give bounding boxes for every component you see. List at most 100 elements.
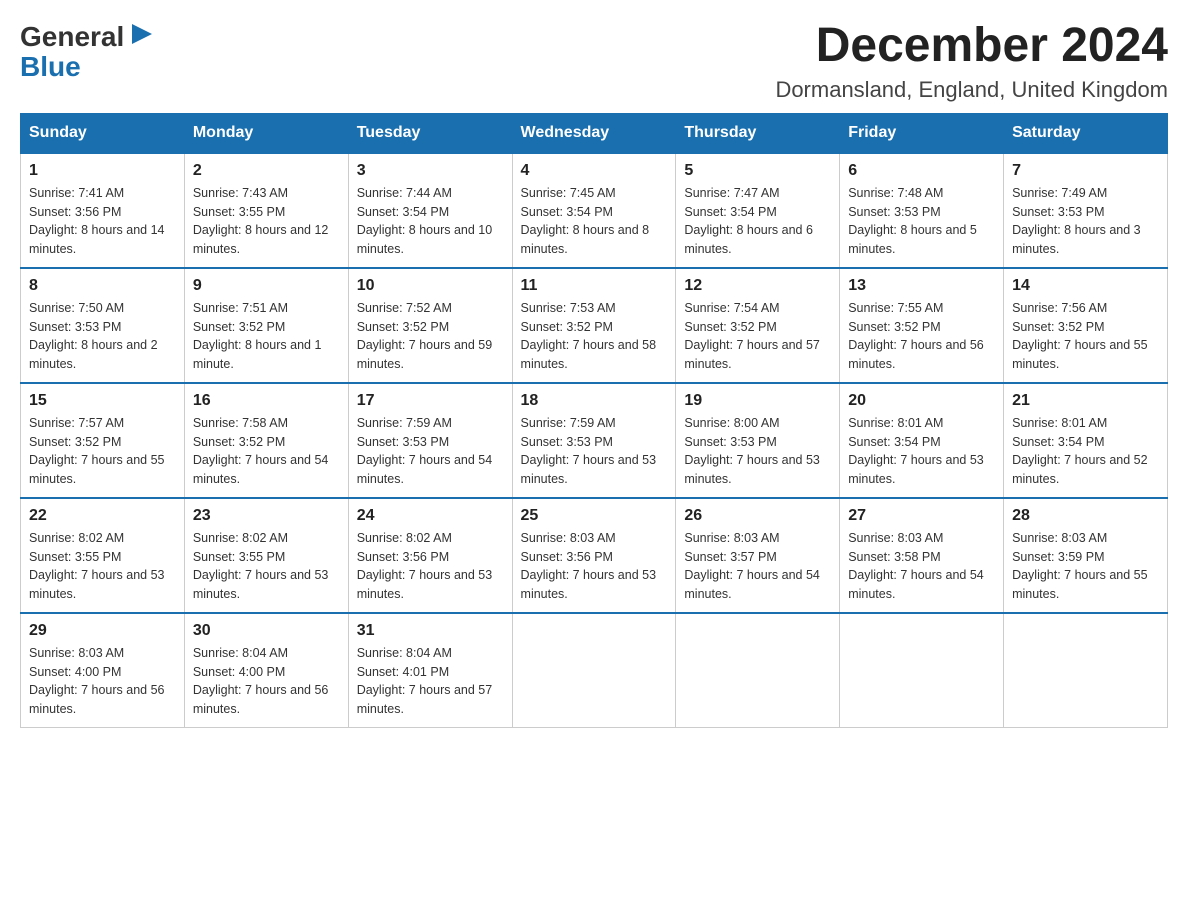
day-info: Sunrise: 8:04 AM Sunset: 4:00 PM Dayligh… bbox=[193, 644, 340, 719]
calendar-day-cell: 10 Sunrise: 7:52 AM Sunset: 3:52 PM Dayl… bbox=[348, 268, 512, 383]
day-number: 24 bbox=[357, 507, 504, 525]
header-friday: Friday bbox=[840, 113, 1004, 153]
calendar-day-cell bbox=[676, 613, 840, 728]
calendar-day-cell: 4 Sunrise: 7:45 AM Sunset: 3:54 PM Dayli… bbox=[512, 153, 676, 268]
day-info: Sunrise: 7:44 AM Sunset: 3:54 PM Dayligh… bbox=[357, 184, 504, 259]
calendar-table: Sunday Monday Tuesday Wednesday Thursday… bbox=[20, 113, 1168, 728]
day-number: 5 bbox=[684, 162, 831, 180]
day-number: 10 bbox=[357, 277, 504, 295]
logo: General Blue bbox=[20, 20, 156, 81]
day-info: Sunrise: 8:02 AM Sunset: 3:55 PM Dayligh… bbox=[29, 529, 176, 604]
day-number: 11 bbox=[521, 277, 668, 295]
day-info: Sunrise: 8:03 AM Sunset: 3:57 PM Dayligh… bbox=[684, 529, 831, 604]
day-info: Sunrise: 7:54 AM Sunset: 3:52 PM Dayligh… bbox=[684, 299, 831, 374]
calendar-day-cell: 5 Sunrise: 7:47 AM Sunset: 3:54 PM Dayli… bbox=[676, 153, 840, 268]
day-info: Sunrise: 7:57 AM Sunset: 3:52 PM Dayligh… bbox=[29, 414, 176, 489]
calendar-day-cell: 11 Sunrise: 7:53 AM Sunset: 3:52 PM Dayl… bbox=[512, 268, 676, 383]
day-info: Sunrise: 8:03 AM Sunset: 3:58 PM Dayligh… bbox=[848, 529, 995, 604]
day-number: 28 bbox=[1012, 507, 1159, 525]
calendar-day-cell: 31 Sunrise: 8:04 AM Sunset: 4:01 PM Dayl… bbox=[348, 613, 512, 728]
day-number: 13 bbox=[848, 277, 995, 295]
header-tuesday: Tuesday bbox=[348, 113, 512, 153]
day-info: Sunrise: 7:56 AM Sunset: 3:52 PM Dayligh… bbox=[1012, 299, 1159, 374]
calendar-day-cell: 16 Sunrise: 7:58 AM Sunset: 3:52 PM Dayl… bbox=[184, 383, 348, 498]
logo-arrow-icon bbox=[128, 20, 156, 48]
day-info: Sunrise: 7:55 AM Sunset: 3:52 PM Dayligh… bbox=[848, 299, 995, 374]
calendar-day-cell: 15 Sunrise: 7:57 AM Sunset: 3:52 PM Dayl… bbox=[21, 383, 185, 498]
calendar-day-cell: 6 Sunrise: 7:48 AM Sunset: 3:53 PM Dayli… bbox=[840, 153, 1004, 268]
day-number: 26 bbox=[684, 507, 831, 525]
day-number: 2 bbox=[193, 162, 340, 180]
day-info: Sunrise: 7:59 AM Sunset: 3:53 PM Dayligh… bbox=[357, 414, 504, 489]
calendar-day-cell bbox=[1004, 613, 1168, 728]
calendar-day-cell: 24 Sunrise: 8:02 AM Sunset: 3:56 PM Dayl… bbox=[348, 498, 512, 613]
calendar-week-row: 22 Sunrise: 8:02 AM Sunset: 3:55 PM Dayl… bbox=[21, 498, 1168, 613]
location-subtitle: Dormansland, England, United Kingdom bbox=[775, 77, 1168, 103]
calendar-day-cell bbox=[840, 613, 1004, 728]
header-saturday: Saturday bbox=[1004, 113, 1168, 153]
calendar-day-cell: 13 Sunrise: 7:55 AM Sunset: 3:52 PM Dayl… bbox=[840, 268, 1004, 383]
calendar-day-cell: 12 Sunrise: 7:54 AM Sunset: 3:52 PM Dayl… bbox=[676, 268, 840, 383]
day-number: 8 bbox=[29, 277, 176, 295]
calendar-day-cell: 19 Sunrise: 8:00 AM Sunset: 3:53 PM Dayl… bbox=[676, 383, 840, 498]
day-number: 19 bbox=[684, 392, 831, 410]
calendar-day-cell: 14 Sunrise: 7:56 AM Sunset: 3:52 PM Dayl… bbox=[1004, 268, 1168, 383]
calendar-day-cell: 18 Sunrise: 7:59 AM Sunset: 3:53 PM Dayl… bbox=[512, 383, 676, 498]
day-number: 31 bbox=[357, 622, 504, 640]
calendar-day-cell: 7 Sunrise: 7:49 AM Sunset: 3:53 PM Dayli… bbox=[1004, 153, 1168, 268]
calendar-day-cell: 20 Sunrise: 8:01 AM Sunset: 3:54 PM Dayl… bbox=[840, 383, 1004, 498]
header-sunday: Sunday bbox=[21, 113, 185, 153]
calendar-day-cell: 22 Sunrise: 8:02 AM Sunset: 3:55 PM Dayl… bbox=[21, 498, 185, 613]
day-info: Sunrise: 7:47 AM Sunset: 3:54 PM Dayligh… bbox=[684, 184, 831, 259]
day-number: 18 bbox=[521, 392, 668, 410]
day-number: 20 bbox=[848, 392, 995, 410]
day-info: Sunrise: 7:59 AM Sunset: 3:53 PM Dayligh… bbox=[521, 414, 668, 489]
day-info: Sunrise: 7:52 AM Sunset: 3:52 PM Dayligh… bbox=[357, 299, 504, 374]
calendar-day-cell: 29 Sunrise: 8:03 AM Sunset: 4:00 PM Dayl… bbox=[21, 613, 185, 728]
day-info: Sunrise: 8:03 AM Sunset: 4:00 PM Dayligh… bbox=[29, 644, 176, 719]
weekday-header-row: Sunday Monday Tuesday Wednesday Thursday… bbox=[21, 113, 1168, 153]
day-number: 23 bbox=[193, 507, 340, 525]
day-number: 9 bbox=[193, 277, 340, 295]
day-number: 14 bbox=[1012, 277, 1159, 295]
calendar-week-row: 8 Sunrise: 7:50 AM Sunset: 3:53 PM Dayli… bbox=[21, 268, 1168, 383]
title-section: December 2024 Dormansland, England, Unit… bbox=[775, 20, 1168, 103]
day-number: 1 bbox=[29, 162, 176, 180]
day-info: Sunrise: 8:03 AM Sunset: 3:56 PM Dayligh… bbox=[521, 529, 668, 604]
day-number: 15 bbox=[29, 392, 176, 410]
calendar-day-cell: 25 Sunrise: 8:03 AM Sunset: 3:56 PM Dayl… bbox=[512, 498, 676, 613]
calendar-day-cell: 1 Sunrise: 7:41 AM Sunset: 3:56 PM Dayli… bbox=[21, 153, 185, 268]
day-info: Sunrise: 8:01 AM Sunset: 3:54 PM Dayligh… bbox=[848, 414, 995, 489]
header-monday: Monday bbox=[184, 113, 348, 153]
day-number: 16 bbox=[193, 392, 340, 410]
day-number: 6 bbox=[848, 162, 995, 180]
day-info: Sunrise: 7:43 AM Sunset: 3:55 PM Dayligh… bbox=[193, 184, 340, 259]
header-thursday: Thursday bbox=[676, 113, 840, 153]
day-info: Sunrise: 7:50 AM Sunset: 3:53 PM Dayligh… bbox=[29, 299, 176, 374]
calendar-header: Sunday Monday Tuesday Wednesday Thursday… bbox=[21, 113, 1168, 153]
calendar-day-cell: 2 Sunrise: 7:43 AM Sunset: 3:55 PM Dayli… bbox=[184, 153, 348, 268]
month-year-title: December 2024 bbox=[775, 20, 1168, 73]
calendar-body: 1 Sunrise: 7:41 AM Sunset: 3:56 PM Dayli… bbox=[21, 153, 1168, 728]
day-info: Sunrise: 7:58 AM Sunset: 3:52 PM Dayligh… bbox=[193, 414, 340, 489]
calendar-day-cell: 23 Sunrise: 8:02 AM Sunset: 3:55 PM Dayl… bbox=[184, 498, 348, 613]
calendar-day-cell: 8 Sunrise: 7:50 AM Sunset: 3:53 PM Dayli… bbox=[21, 268, 185, 383]
day-number: 3 bbox=[357, 162, 504, 180]
day-number: 29 bbox=[29, 622, 176, 640]
logo-general-text: General bbox=[20, 23, 124, 51]
calendar-day-cell: 28 Sunrise: 8:03 AM Sunset: 3:59 PM Dayl… bbox=[1004, 498, 1168, 613]
day-info: Sunrise: 8:02 AM Sunset: 3:55 PM Dayligh… bbox=[193, 529, 340, 604]
calendar-week-row: 29 Sunrise: 8:03 AM Sunset: 4:00 PM Dayl… bbox=[21, 613, 1168, 728]
header-wednesday: Wednesday bbox=[512, 113, 676, 153]
day-number: 22 bbox=[29, 507, 176, 525]
day-info: Sunrise: 8:03 AM Sunset: 3:59 PM Dayligh… bbox=[1012, 529, 1159, 604]
day-number: 17 bbox=[357, 392, 504, 410]
day-number: 21 bbox=[1012, 392, 1159, 410]
day-number: 7 bbox=[1012, 162, 1159, 180]
day-info: Sunrise: 7:49 AM Sunset: 3:53 PM Dayligh… bbox=[1012, 184, 1159, 259]
calendar-week-row: 15 Sunrise: 7:57 AM Sunset: 3:52 PM Dayl… bbox=[21, 383, 1168, 498]
day-info: Sunrise: 7:48 AM Sunset: 3:53 PM Dayligh… bbox=[848, 184, 995, 259]
calendar-day-cell: 21 Sunrise: 8:01 AM Sunset: 3:54 PM Dayl… bbox=[1004, 383, 1168, 498]
calendar-day-cell: 26 Sunrise: 8:03 AM Sunset: 3:57 PM Dayl… bbox=[676, 498, 840, 613]
calendar-day-cell: 9 Sunrise: 7:51 AM Sunset: 3:52 PM Dayli… bbox=[184, 268, 348, 383]
